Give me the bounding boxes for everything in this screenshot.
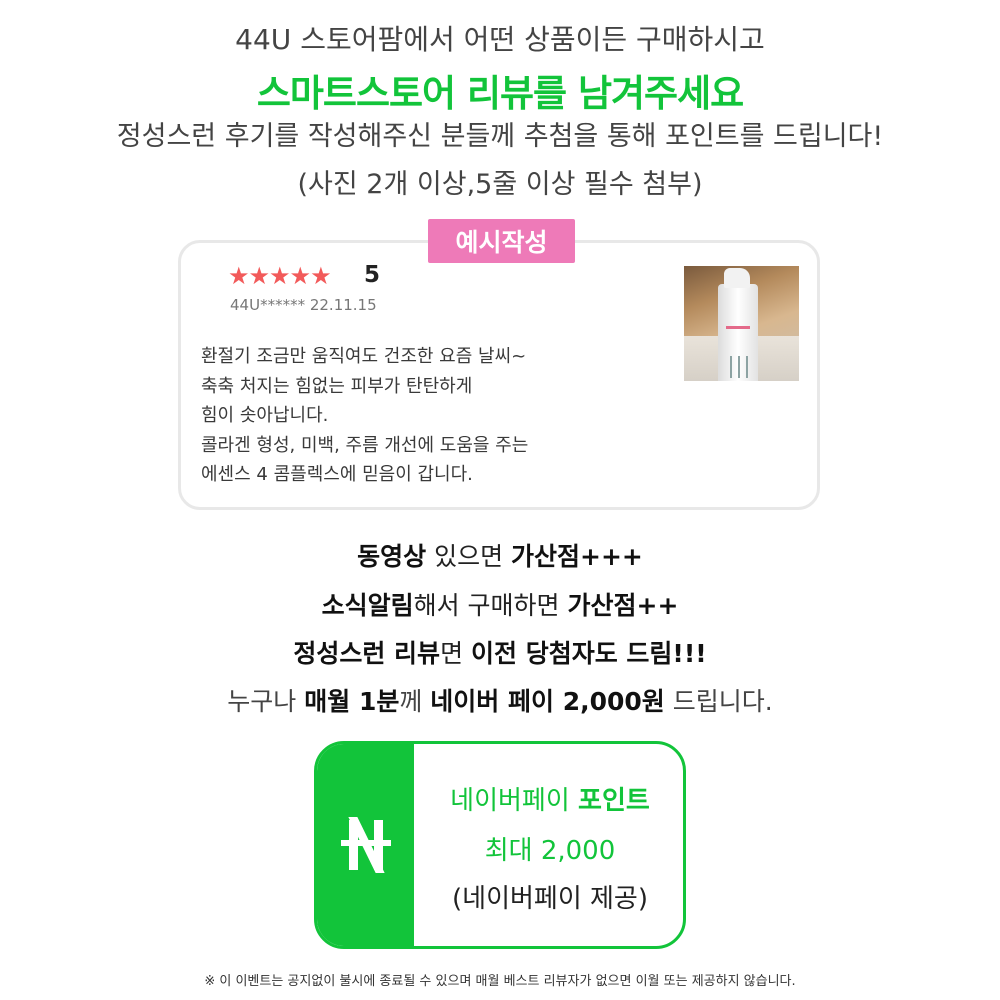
naverpay-amount: 최대 2,000 bbox=[484, 836, 616, 866]
benefit-video-strong: 동영상 bbox=[357, 542, 427, 571]
benefit-monthly-amount: 네이버 페이 2,000원 bbox=[430, 687, 665, 716]
footer-notice: ※ 이 이벤트는 공지없이 불시에 종료될 수 있으며 매월 베스트 리뷰자가 … bbox=[204, 974, 796, 989]
header-title: 스마트스토어 리뷰를 남겨주세요 bbox=[256, 72, 744, 115]
rating-value: 5 bbox=[364, 262, 381, 288]
benefit-monthly-plain1: 누구나 bbox=[227, 687, 305, 716]
bottle-label-icon bbox=[726, 326, 750, 329]
benefit-video: 동영상 있으면 가산점+++ bbox=[0, 537, 1000, 573]
benefit-sincere-review: 정성스런 리뷰면 이전 당첨자도 드림!!! bbox=[0, 634, 1000, 670]
benefit-sincere-strong: 정성스런 리뷰 bbox=[293, 639, 441, 668]
header-line-3: 정성스런 후기를 작성해주신 분들께 추첨을 통해 포인트를 드립니다! bbox=[116, 121, 884, 152]
benefit-notification-points: 가산점++ bbox=[567, 591, 679, 620]
header-line-1: 44U 스토어팜에서 어떤 상품이든 구매하시고 bbox=[235, 23, 765, 56]
review-line: 힘이 솟아납니다. bbox=[201, 405, 329, 426]
product-photo bbox=[684, 266, 799, 381]
naverpay-title-bold: 포인트 bbox=[578, 786, 650, 816]
benefit-notification-strong: 소식알림 bbox=[321, 591, 414, 620]
benefit-video-plain: 있으면 bbox=[426, 542, 512, 571]
review-line: 에센스 4 콤플렉스에 믿음이 갑니다. bbox=[201, 464, 473, 485]
benefit-monthly-plain2: 께 bbox=[399, 687, 431, 716]
benefit-monthly-strong: 매월 1분 bbox=[304, 687, 400, 716]
bottle-stripe bbox=[738, 356, 740, 378]
benefit-notification: 소식알림해서 구매하면 가산점++ bbox=[0, 586, 1000, 622]
benefit-sincere-plain: 면 bbox=[440, 639, 472, 668]
naverpay-point-box: 네이버페이 포인트 최대 2,000 (네이버페이 제공) bbox=[314, 741, 686, 949]
naverpay-logo-panel bbox=[317, 744, 414, 946]
review-line: 콜라겐 형성, 미백, 주름 개선에 도움을 주는 bbox=[201, 434, 529, 456]
star-rating-icon: ★★★★★ bbox=[228, 262, 332, 290]
reviewer-meta: 44U****** 22.11.15 bbox=[230, 296, 377, 314]
bottle-stripe bbox=[746, 356, 748, 378]
benefit-video-points: 가산점+++ bbox=[511, 542, 643, 571]
bottle-cap-icon bbox=[724, 268, 750, 288]
benefit-sincere-extra: 이전 당첨자도 드림!!! bbox=[471, 639, 707, 668]
naverpay-provider: (네이버페이 제공) bbox=[452, 884, 648, 914]
bottle-stripe bbox=[730, 356, 732, 378]
example-badge: 예시작성 bbox=[428, 219, 575, 263]
header-requirement: (사진 2개 이상,5줄 이상 필수 첨부) bbox=[297, 169, 703, 200]
naver-n-icon bbox=[340, 817, 391, 873]
review-text: 환절기 조금만 움직여도 건조한 요즘 날씨~ 축축 처지는 힘없는 피부가 탄… bbox=[201, 342, 528, 490]
naverpay-title: 네이버페이 포인트 bbox=[414, 780, 683, 817]
benefit-monthly: 누구나 매월 1분께 네이버 페이 2,000원 드립니다. bbox=[0, 682, 1000, 718]
review-line: 축축 처지는 힘없는 피부가 탄탄하게 bbox=[201, 375, 473, 397]
benefit-monthly-plain3: 드립니다. bbox=[664, 687, 773, 716]
review-line: 환절기 조금만 움직여도 건조한 요즘 날씨~ bbox=[201, 346, 527, 367]
naverpay-title-plain: 네이버페이 bbox=[450, 786, 579, 816]
benefit-notification-plain: 해서 구매하면 bbox=[413, 591, 568, 620]
